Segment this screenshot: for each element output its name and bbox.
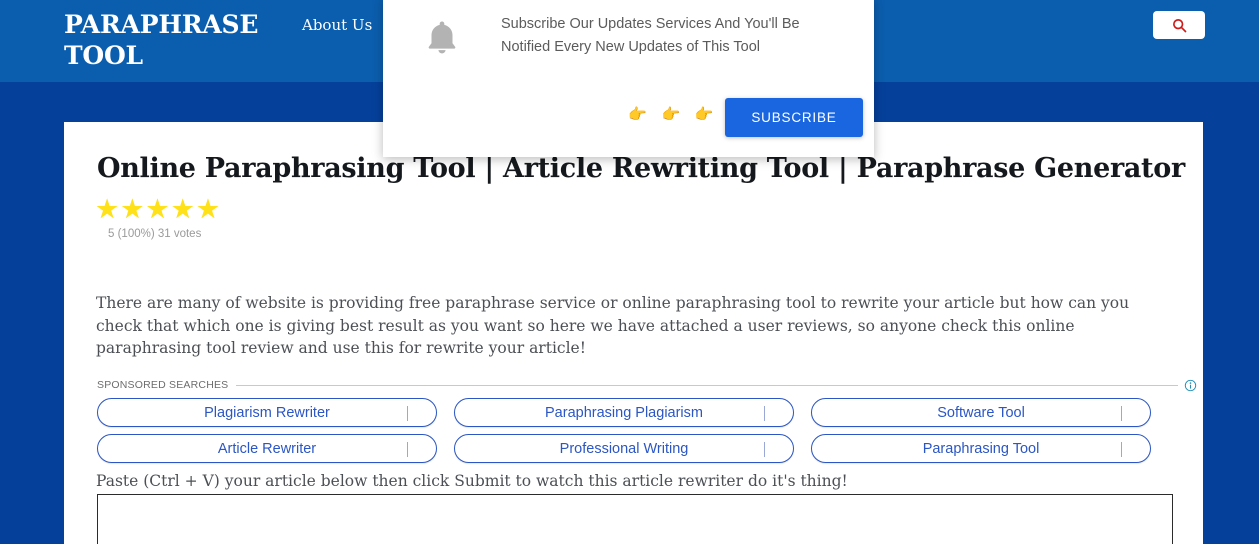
sponsored-link-label: Plagiarism Rewriter xyxy=(204,404,330,421)
pill-divider xyxy=(1121,406,1122,421)
divider xyxy=(236,384,1178,386)
sponsored-link[interactable]: Plagiarism Rewriter xyxy=(97,398,437,427)
sponsored-link[interactable]: Paraphrasing Tool xyxy=(811,434,1151,463)
sponsored-link[interactable]: Paraphrasing Plagiarism xyxy=(454,398,794,427)
sponsored-searches-label: SPONSORED SEARCHES xyxy=(97,379,229,391)
sponsored-link[interactable]: Software Tool xyxy=(811,398,1151,427)
paste-instructions: Paste (Ctrl + V) your article below then… xyxy=(96,472,848,490)
article-input[interactable] xyxy=(97,494,1173,544)
sponsored-link[interactable]: Article Rewriter xyxy=(97,434,437,463)
search-button[interactable] xyxy=(1153,11,1205,39)
rating-stars[interactable]: ★★★★★ xyxy=(95,196,221,223)
site-logo[interactable]: PARAPHRASE TOOL xyxy=(64,9,284,71)
sponsored-searches-block: SPONSORED SEARCHES Plagiarism Rewriter P… xyxy=(97,378,1197,473)
content-card: Online Paraphrasing Tool | Article Rewri… xyxy=(64,122,1203,544)
pill-divider xyxy=(764,406,765,421)
pill-divider xyxy=(1121,442,1122,457)
page-root: PARAPHRASE TOOL About Us Online Paraphra… xyxy=(0,0,1259,544)
subscribe-button[interactable]: SUBSCRIBE xyxy=(725,98,863,137)
nav-item-about-us[interactable]: About Us xyxy=(302,16,372,34)
page-title: Online Paraphrasing Tool | Article Rewri… xyxy=(97,153,1185,184)
search-icon xyxy=(1172,18,1187,33)
sponsored-link-label: Paraphrasing Tool xyxy=(922,440,1040,457)
sponsored-link-label: Software Tool xyxy=(937,404,1025,421)
bell-icon xyxy=(419,15,465,61)
sponsored-link[interactable]: Professional Writing xyxy=(454,434,794,463)
sponsored-searches-header: SPONSORED SEARCHES xyxy=(97,378,1197,392)
subscribe-notification-popup: Subscribe Our Updates Services And You'l… xyxy=(383,0,874,157)
intro-paragraph: There are many of website is providing f… xyxy=(96,294,1130,357)
info-icon[interactable] xyxy=(1184,379,1197,392)
sponsored-searches-grid: Plagiarism Rewriter Paraphrasing Plagiar… xyxy=(97,398,1197,463)
sponsored-link-label: Professional Writing xyxy=(559,440,689,457)
pill-divider xyxy=(407,442,408,457)
rating-summary: 5 (100%) 31 votes xyxy=(108,228,202,240)
notification-message: Subscribe Our Updates Services And You'l… xyxy=(501,16,800,55)
pointing-hand-icons: 👉 👉 👉 xyxy=(628,105,719,123)
sponsored-link-label: Paraphrasing Plagiarism xyxy=(545,404,703,421)
sponsored-link-label: Article Rewriter xyxy=(217,440,317,457)
pill-divider xyxy=(764,442,765,457)
pill-divider xyxy=(407,406,408,421)
